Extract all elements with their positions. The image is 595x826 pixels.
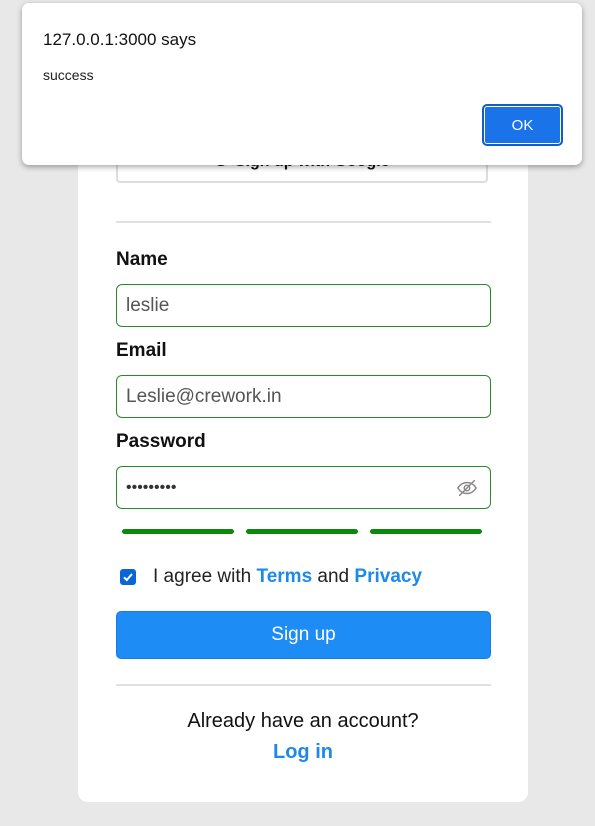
ok-button[interactable]: OK: [482, 104, 563, 146]
agree-and: and: [317, 566, 350, 587]
name-field[interactable]: leslie: [116, 284, 491, 327]
alert-dialog: 127.0.0.1:3000 says success OK: [22, 3, 582, 165]
password-field[interactable]: •••••••••: [116, 466, 491, 509]
terms-link[interactable]: Terms: [257, 566, 313, 588]
login-link[interactable]: Log in: [273, 741, 333, 763]
password-strength-bar-3: [370, 529, 482, 534]
email-value: Leslie@crework.in: [126, 385, 282, 407]
agree-row: I agree with Terms and Privacy: [120, 566, 422, 588]
divider-bottom: [116, 684, 491, 686]
password-value: •••••••••: [126, 478, 177, 496]
alert-title: 127.0.0.1:3000 says: [43, 30, 197, 49]
agree-checkbox[interactable]: [120, 569, 136, 585]
email-field[interactable]: Leslie@crework.in: [116, 375, 491, 418]
agree-prefix: I agree with: [153, 566, 252, 587]
name-label: Name: [116, 249, 168, 270]
signup-card: G Sign up with Google Name leslie Email …: [78, 120, 528, 802]
signup-button[interactable]: Sign up: [116, 611, 491, 659]
email-label: Email: [116, 340, 167, 361]
password-label: Password: [116, 431, 206, 452]
divider-top: [116, 221, 491, 223]
privacy-link[interactable]: Privacy: [354, 566, 422, 588]
alert-message: success: [43, 67, 94, 83]
already-account-text: Already have an account?: [187, 710, 419, 732]
password-strength-bar-2: [246, 529, 358, 534]
name-value: leslie: [126, 294, 170, 316]
eye-off-icon[interactable]: [456, 477, 478, 499]
check-icon: [123, 573, 133, 582]
password-strength-bar-1: [122, 529, 234, 534]
